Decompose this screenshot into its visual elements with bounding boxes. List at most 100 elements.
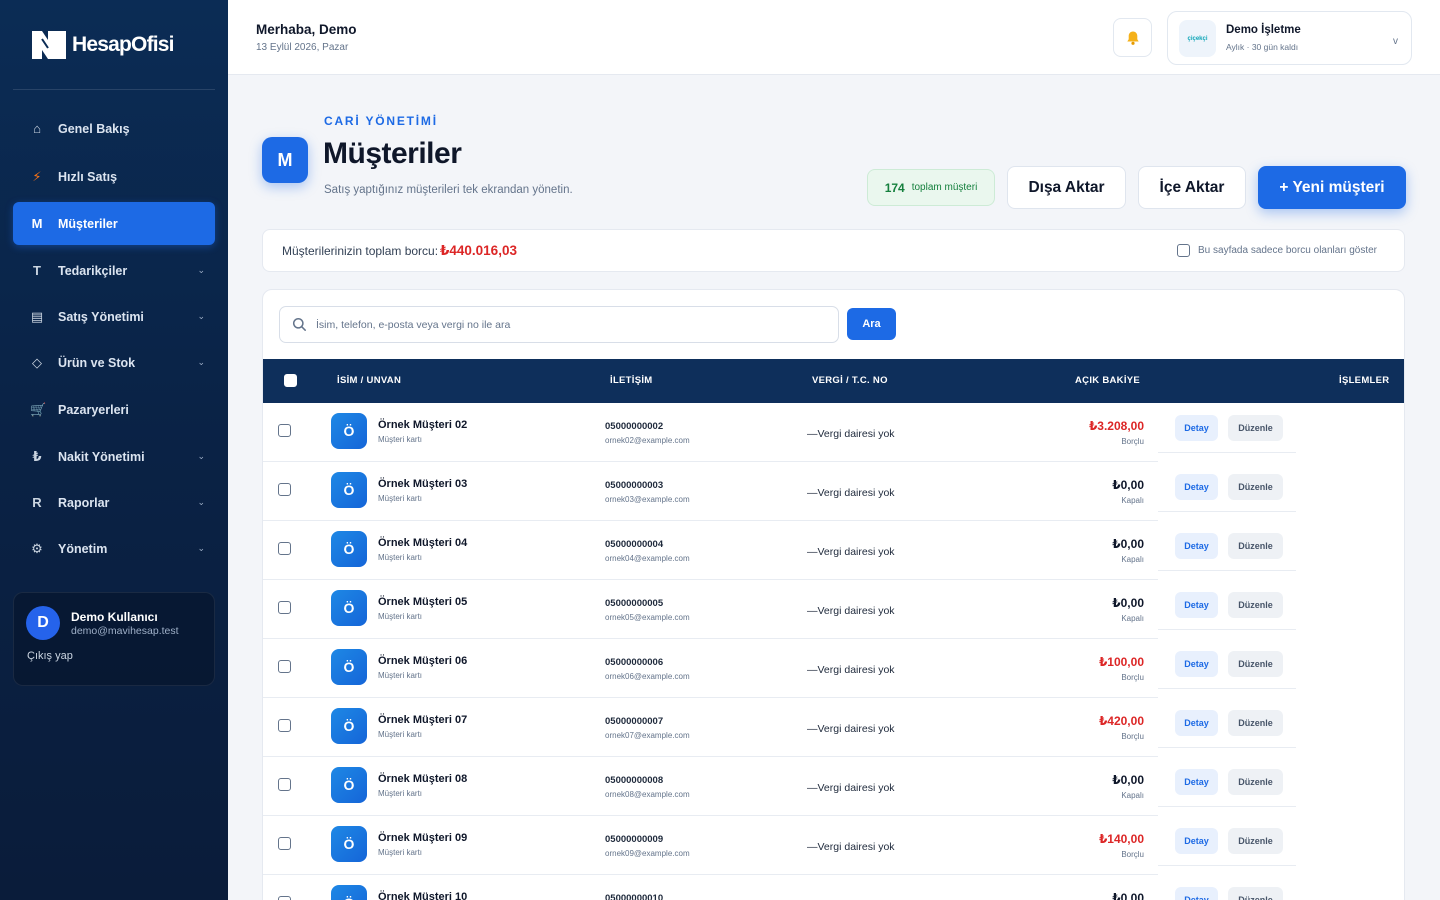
table-row[interactable]: Ö Örnek Müşteri 04 Müşteri kartı 0500000000… [263, 521, 1404, 580]
row-divider [1158, 570, 1296, 571]
sidebar-item-yönetim[interactable]: ⚙ Yönetim ⌄ [13, 527, 215, 570]
customer-name[interactable]: Örnek Müşteri 10 [378, 891, 467, 900]
sidebar-item-müşteriler[interactable]: M Müşteriler [13, 202, 215, 245]
table-row[interactable]: Ö Örnek Müşteri 02 Müşteri kartı 0500000000… [263, 403, 1404, 462]
export-button[interactable]: Dışa Aktar [1007, 166, 1126, 209]
table-row[interactable]: Ö Örnek Müşteri 09 Müşteri kartı 0500000000… [263, 816, 1404, 875]
customer-avatar: Ö [331, 531, 367, 567]
column-contact[interactable]: İLETİŞİM [610, 375, 653, 386]
edit-button[interactable]: Düzenle [1228, 651, 1283, 677]
sidebar-item-label: Raporlar [58, 495, 110, 510]
row-checkbox[interactable] [278, 542, 291, 555]
customer-phone: 05000000007 [605, 716, 664, 727]
row-divider [1158, 511, 1296, 512]
customer-phone: 05000000002 [605, 421, 664, 432]
row-checkbox[interactable] [278, 837, 291, 850]
customer-count: 174 [884, 180, 905, 195]
edit-button[interactable]: Düzenle [1228, 474, 1283, 500]
detail-button[interactable]: Detay [1175, 710, 1218, 736]
customer-balance: ₺140,00 [1098, 832, 1144, 846]
sidebar-item-nakit-yönetimi[interactable]: ₺ Nakit Yönetimi ⌄ [13, 435, 215, 478]
balance-status: Borçlu [1121, 437, 1144, 446]
customer-type: Müşteri kartı [378, 494, 423, 503]
table-row[interactable]: Ö Örnek Müşteri 06 Müşteri kartı 0500000000… [263, 639, 1404, 698]
customer-name[interactable]: Örnek Müşteri 07 [378, 714, 467, 726]
row-checkbox[interactable] [278, 778, 291, 791]
customer-balance: ₺0,00 [1112, 891, 1144, 900]
search-input[interactable] [316, 307, 831, 342]
customer-name[interactable]: Örnek Müşteri 08 [378, 773, 467, 785]
balance-status: Borçlu [1121, 732, 1144, 741]
table-row[interactable]: ÖÖrnek Müşteri 10Müşteri kartı0500000001… [263, 875, 1404, 900]
column-tax[interactable]: VERGİ / T.C. NO [812, 375, 888, 386]
total-debt-bar: Müşterilerinizin toplam borcu: ₺440.016,… [262, 229, 1405, 272]
row-checkbox[interactable] [278, 601, 291, 614]
sidebar-item-pazaryerleri[interactable]: 🛒 Pazaryerleri [13, 388, 215, 431]
new-customer-button[interactable]: + Yeni müşteri [1258, 166, 1406, 209]
sidebar-item-tedarikçiler[interactable]: T Tedarikçiler ⌄ [13, 249, 215, 292]
suppliers-icon: T [33, 263, 41, 278]
search-box [279, 306, 839, 343]
sidebar-item-raporlar[interactable]: R Raporlar ⌄ [13, 481, 215, 524]
customer-type: Müşteri kartı [378, 848, 423, 857]
avatar[interactable]: D [26, 606, 60, 640]
row-checkbox[interactable] [278, 896, 291, 900]
table-row[interactable]: Ö Örnek Müşteri 05 Müşteri kartı 0500000000… [263, 580, 1404, 639]
sidebar-item-ürün-ve-stok[interactable]: ◇ Ürün ve Stok ⌄ [13, 341, 215, 384]
customer-name[interactable]: Örnek Müşteri 05 [378, 596, 467, 608]
sidebar-item-label: Hızlı Satış [58, 169, 118, 184]
customer-name[interactable]: Örnek Müşteri 09 [378, 832, 467, 844]
table-row[interactable]: Ö Örnek Müşteri 08 Müşteri kartı 0500000000… [263, 757, 1404, 816]
edit-button[interactable]: Düzenle [1228, 592, 1283, 618]
select-all-checkbox[interactable] [284, 374, 297, 387]
edit-button[interactable]: Düzenle [1228, 415, 1283, 441]
column-name[interactable]: İSİM / UNVAN [337, 375, 401, 386]
customer-name[interactable]: Örnek Müşteri 04 [378, 537, 467, 549]
detail-button[interactable]: Detay [1175, 592, 1218, 618]
customer-email: ornek07@example.com [605, 731, 690, 740]
edit-button[interactable]: Düzenle [1228, 828, 1283, 854]
customer-name[interactable]: Örnek Müşteri 06 [378, 655, 467, 667]
detail-button[interactable]: Detay [1175, 415, 1218, 441]
notifications-button[interactable] [1113, 18, 1152, 57]
detail-button[interactable]: Detay [1175, 651, 1218, 677]
edit-button[interactable]: Düzenle [1228, 887, 1283, 900]
detail-button[interactable]: Detay [1175, 887, 1218, 900]
edit-button[interactable]: Düzenle [1228, 533, 1283, 559]
import-button[interactable]: İçe Aktar [1138, 166, 1246, 209]
row-checkbox[interactable] [278, 424, 291, 437]
detail-button[interactable]: Detay [1175, 533, 1218, 559]
customer-balance: ₺0,00 [1112, 478, 1144, 492]
edit-button[interactable]: Düzenle [1228, 710, 1283, 736]
customer-name[interactable]: Örnek Müşteri 03 [378, 478, 467, 490]
column-balance[interactable]: AÇIK BAKİYE [1075, 375, 1140, 386]
business-switcher[interactable]: çiçekçi Demo İşletme Aylık · 30 gün kald… [1167, 11, 1412, 65]
customer-type: Müşteri kartı [378, 730, 423, 739]
debt-filter-toggle[interactable]: Bu sayfada sadece borcu olanları göster [1177, 244, 1377, 257]
sidebar-item-satış-yönetimi[interactable]: ▤ Satış Yönetimi ⌄ [13, 295, 215, 338]
current-date: 13 Eylül 2026, Pazar [256, 42, 349, 53]
search-button[interactable]: Ara [847, 308, 896, 340]
detail-button[interactable]: Detay [1175, 474, 1218, 500]
user-card: D Demo Kullanıcı demo@mavihesap.test Çık… [13, 592, 215, 686]
customers-icon: M [31, 216, 43, 231]
row-divider [1158, 806, 1296, 807]
logout-link[interactable]: Çıkış yap [27, 650, 73, 662]
brand-logo[interactable]: HesapOfisi [30, 29, 175, 61]
page-kicker: CARİ YÖNETİMİ [324, 114, 438, 128]
customer-balance: ₺420,00 [1098, 714, 1144, 728]
sidebar-item-hızlı-satış[interactable]: ⚡ Hızlı Satış [13, 155, 215, 198]
business-name: Demo İşletme [1226, 24, 1301, 36]
row-checkbox[interactable] [278, 660, 291, 673]
table-row[interactable]: Ö Örnek Müşteri 07 Müşteri kartı 0500000000… [263, 698, 1404, 757]
sidebar-item-label: Yönetim [58, 541, 108, 556]
detail-button[interactable]: Detay [1175, 828, 1218, 854]
row-checkbox[interactable] [278, 719, 291, 732]
debt-filter-checkbox[interactable] [1177, 244, 1190, 257]
edit-button[interactable]: Düzenle [1228, 769, 1283, 795]
sidebar-item-genel-bakış[interactable]: ⌂ Genel Bakış [13, 107, 215, 150]
row-checkbox[interactable] [278, 483, 291, 496]
table-row[interactable]: Ö Örnek Müşteri 03 Müşteri kartı 0500000000… [263, 462, 1404, 521]
detail-button[interactable]: Detay [1175, 769, 1218, 795]
customer-name[interactable]: Örnek Müşteri 02 [378, 419, 467, 431]
